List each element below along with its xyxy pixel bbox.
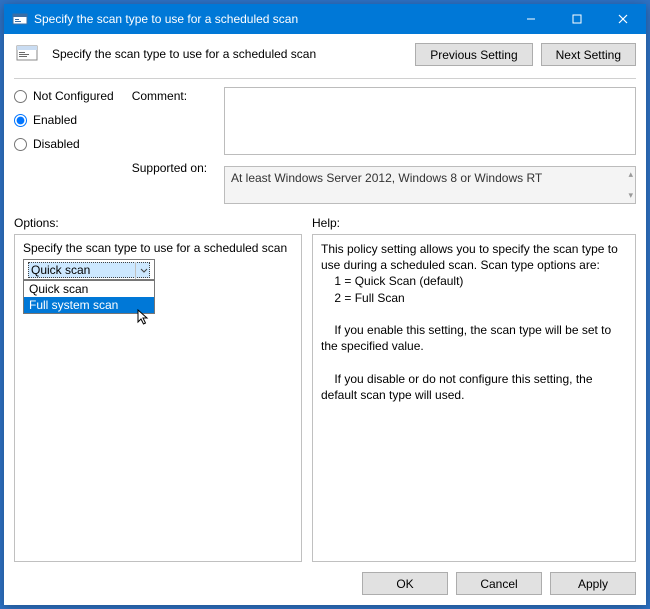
scan-type-combobox[interactable]: Quick scan (23, 259, 155, 280)
radio-disabled[interactable]: Disabled (14, 137, 120, 151)
options-label: Options: (14, 216, 312, 230)
radio-not-configured-input[interactable] (14, 90, 27, 103)
scan-type-combo-wrap: Quick scan Quick scan Full system scan (23, 259, 155, 280)
radio-not-configured-label: Not Configured (33, 89, 114, 103)
help-text: This policy setting allows you to specif… (321, 241, 627, 403)
titlebar[interactable]: Specify the scan type to use for a sched… (4, 4, 646, 34)
field-column: At least Windows Server 2012, Windows 8 … (224, 87, 636, 204)
policy-icon (14, 42, 42, 66)
label-column: Comment: Supported on: (132, 87, 212, 175)
supported-on-text: At least Windows Server 2012, Windows 8 … (231, 171, 542, 185)
radio-not-configured[interactable]: Not Configured (14, 89, 120, 103)
panes-row: Specify the scan type to use for a sched… (14, 234, 636, 562)
next-setting-button[interactable]: Next Setting (541, 43, 636, 66)
window-title: Specify the scan type to use for a sched… (34, 12, 508, 26)
radio-enabled[interactable]: Enabled (14, 113, 120, 127)
dropdown-item-quick-scan[interactable]: Quick scan (24, 281, 154, 297)
policy-editor-window: Specify the scan type to use for a sched… (4, 4, 646, 605)
app-icon (12, 11, 28, 27)
chevron-down-icon[interactable] (135, 262, 152, 279)
setting-nav: Previous Setting Next Setting (415, 43, 636, 66)
header-row: Specify the scan type to use for a sched… (14, 42, 636, 66)
radio-enabled-input[interactable] (14, 114, 27, 127)
cancel-button[interactable]: Cancel (456, 572, 542, 595)
radio-disabled-input[interactable] (14, 138, 27, 151)
maximize-button[interactable] (554, 4, 600, 34)
supported-on-box: At least Windows Server 2012, Windows 8 … (224, 166, 636, 204)
scan-type-selected: Quick scan (28, 262, 150, 278)
scroll-down-icon: ▾ (628, 190, 633, 201)
comment-label: Comment: (132, 89, 212, 103)
footer-buttons: OK Cancel Apply (14, 562, 636, 595)
scan-type-dropdown[interactable]: Quick scan Full system scan (23, 280, 155, 314)
scroll-up-icon: ▴ (628, 169, 633, 180)
state-column: Not Configured Enabled Disabled (14, 87, 120, 161)
comment-textarea[interactable] (224, 87, 636, 155)
content-area: Specify the scan type to use for a sched… (4, 34, 646, 605)
minimize-button[interactable] (508, 4, 554, 34)
header-title: Specify the scan type to use for a sched… (52, 47, 405, 61)
dropdown-item-full-system-scan[interactable]: Full system scan (24, 297, 154, 313)
separator (14, 78, 636, 79)
supported-label: Supported on: (132, 161, 212, 175)
help-label: Help: (312, 216, 340, 230)
close-button[interactable] (600, 4, 646, 34)
radio-disabled-label: Disabled (33, 137, 80, 151)
options-pane: Specify the scan type to use for a sched… (14, 234, 302, 562)
option-field-label: Specify the scan type to use for a sched… (23, 241, 293, 255)
radio-enabled-label: Enabled (33, 113, 77, 127)
apply-button[interactable]: Apply (550, 572, 636, 595)
previous-setting-button[interactable]: Previous Setting (415, 43, 532, 66)
config-row: Not Configured Enabled Disabled Comment:… (14, 87, 636, 204)
ok-button[interactable]: OK (362, 572, 448, 595)
help-pane: This policy setting allows you to specif… (312, 234, 636, 562)
pane-labels: Options: Help: (14, 216, 636, 230)
